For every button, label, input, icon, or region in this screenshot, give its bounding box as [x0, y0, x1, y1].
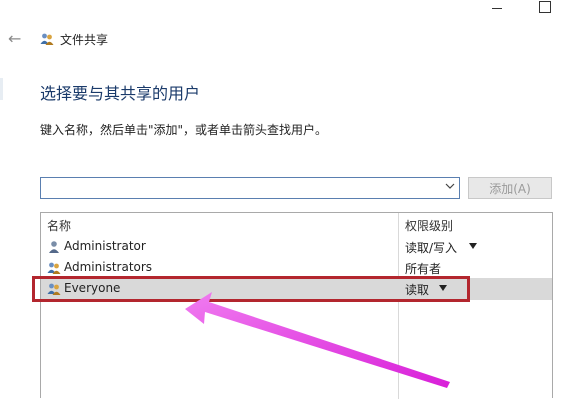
pointer-arrow: [185, 292, 450, 388]
